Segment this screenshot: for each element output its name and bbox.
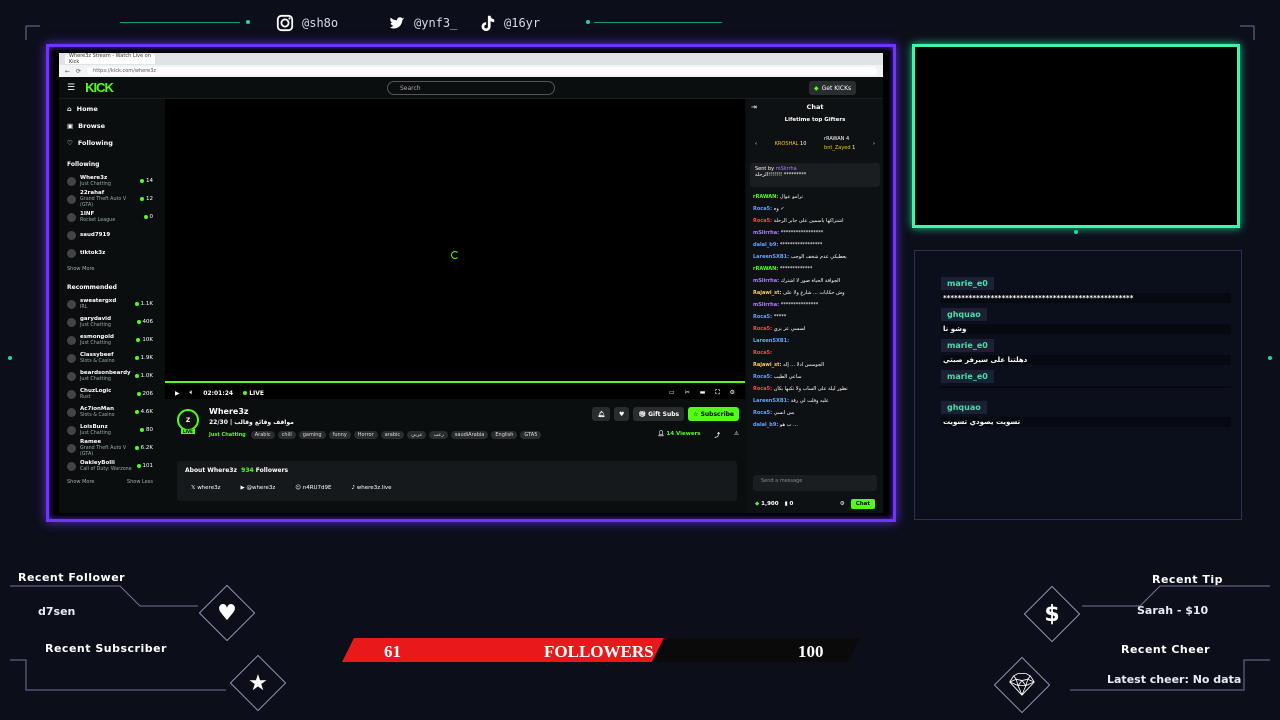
- decor-lines: [8, 20, 1272, 691]
